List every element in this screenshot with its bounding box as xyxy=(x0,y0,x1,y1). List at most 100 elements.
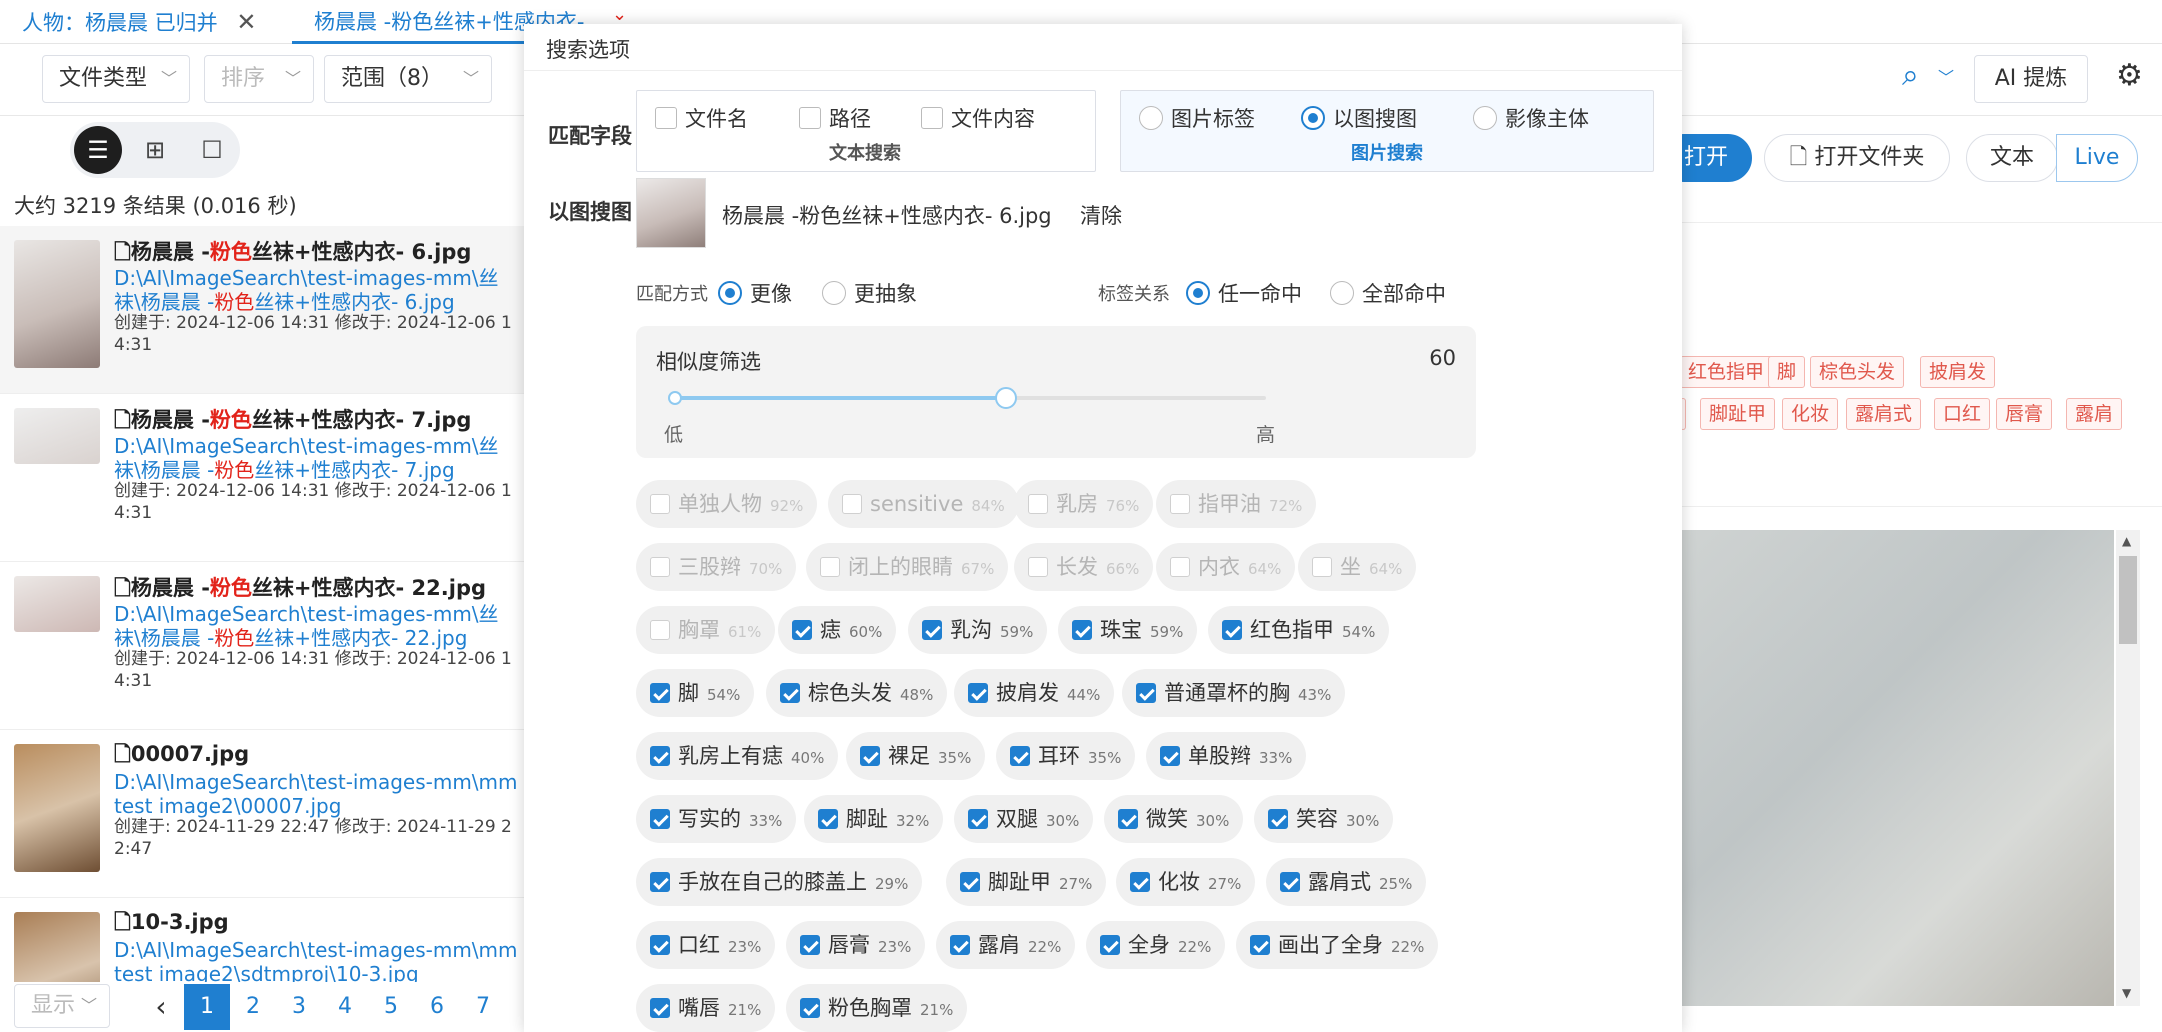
tag-chip[interactable]: 乳房 76% xyxy=(1014,480,1154,528)
live-button[interactable]: Live xyxy=(2056,134,2138,182)
gear-icon[interactable]: ⚙ xyxy=(2116,58,2143,93)
tag-chip[interactable]: 痣 60% xyxy=(778,606,897,654)
checkbox[interactable] xyxy=(1268,809,1288,829)
tag-chip[interactable]: 全身 22% xyxy=(1086,921,1226,969)
list-view-icon[interactable]: ☰ xyxy=(74,126,122,174)
chevron-down-icon[interactable]: ﹀ xyxy=(1938,64,1954,88)
radio[interactable] xyxy=(1301,106,1325,130)
tag-chip[interactable]: 披肩发 44% xyxy=(954,669,1115,717)
tag-chip[interactable]: 乳沟 59% xyxy=(908,606,1048,654)
checkbox[interactable] xyxy=(1250,935,1270,955)
tag-chip[interactable]: 长发 66% xyxy=(1014,543,1154,591)
query-thumbnail[interactable] xyxy=(636,178,706,248)
tag-chip[interactable]: 内衣 64% xyxy=(1156,543,1296,591)
tag-chip[interactable]: 嘴唇 21% xyxy=(636,984,776,1032)
checkbox[interactable] xyxy=(1170,494,1190,514)
result-path[interactable]: D:\AI\ImageSearch\test-images-mm\mm test… xyxy=(114,938,518,982)
tag-chip[interactable]: 露肩式 25% xyxy=(1266,858,1427,906)
similarity-slider[interactable] xyxy=(668,387,1266,409)
checkbox[interactable] xyxy=(842,494,862,514)
tag-chip[interactable]: 化妆 27% xyxy=(1116,858,1256,906)
tag-chip[interactable]: 乳房上有痣 40% xyxy=(636,732,839,780)
checkbox[interactable] xyxy=(650,683,670,703)
preview-scrollbar[interactable]: ▲ ▼ xyxy=(2116,530,2140,1006)
tag-chip[interactable]: 裸足 35% xyxy=(846,732,986,780)
checkbox[interactable] xyxy=(1028,494,1048,514)
tag-chip[interactable]: 单独人物 92% xyxy=(636,480,818,528)
checkbox[interactable] xyxy=(960,872,980,892)
checkbox[interactable] xyxy=(650,872,670,892)
tag-chip[interactable]: 普通罩杯的胸 43% xyxy=(1122,669,1346,717)
checkbox[interactable] xyxy=(1160,746,1180,766)
relation-any[interactable]: 任一命中 xyxy=(1186,278,1302,308)
list-item[interactable]: 🗋10-3.jpg D:\AI\ImageSearch\test-images-… xyxy=(0,898,524,982)
tag-chip[interactable]: 粉色胸罩 21% xyxy=(786,984,968,1032)
image-preview[interactable] xyxy=(1680,530,2114,1006)
checkbox[interactable] xyxy=(1118,809,1138,829)
page-5[interactable]: 5 xyxy=(368,984,414,1030)
option-image-tags[interactable]: 图片标签 xyxy=(1139,103,1255,133)
tag-chip[interactable]: 胸罩 61% xyxy=(636,606,776,654)
checkbox[interactable] xyxy=(655,107,677,129)
thumbnail[interactable] xyxy=(14,408,100,464)
checkbox[interactable] xyxy=(1312,557,1332,577)
checkbox[interactable] xyxy=(792,620,812,640)
checkbox[interactable] xyxy=(1028,557,1048,577)
tag-chip[interactable]: 笑容 30% xyxy=(1254,795,1394,843)
tag-chip[interactable]: 珠宝 59% xyxy=(1058,606,1198,654)
checkbox[interactable] xyxy=(968,809,988,829)
checkbox[interactable] xyxy=(818,809,838,829)
mode-more-abstract[interactable]: 更抽象 xyxy=(822,278,917,308)
mode-more-similar[interactable]: 更像 xyxy=(718,278,792,308)
tag-chip[interactable]: 耳环 35% xyxy=(996,732,1136,780)
page-4[interactable]: 4 xyxy=(322,984,368,1030)
tag-chip[interactable]: 单股辫 33% xyxy=(1146,732,1307,780)
checkbox[interactable] xyxy=(650,620,670,640)
result-path[interactable]: D:\AI\ImageSearch\test-images-mm\丝袜\杨晨晨 … xyxy=(114,434,518,482)
checkbox[interactable] xyxy=(650,746,670,766)
tag-chip[interactable]: 脚趾 32% xyxy=(804,795,944,843)
checkbox[interactable] xyxy=(950,935,970,955)
option-file-content[interactable]: 文件内容 xyxy=(921,103,1035,133)
tag-chip[interactable]: 写实的 33% xyxy=(636,795,797,843)
slider-handle[interactable] xyxy=(994,387,1017,409)
checkbox[interactable] xyxy=(860,746,880,766)
checkbox[interactable] xyxy=(1136,683,1156,703)
page-7[interactable]: 7 xyxy=(460,984,506,1030)
open-folder-button[interactable]: 🗋 打开文件夹 xyxy=(1764,134,1950,182)
result-path[interactable]: D:\AI\ImageSearch\test-images-mm\丝袜\杨晨晨 … xyxy=(114,266,518,314)
list-item[interactable]: 🗋杨晨晨 -粉色丝袜+性感内衣- 6.jpg D:\AI\ImageSearch… xyxy=(0,226,524,394)
tag-chip[interactable]: 微笑 30% xyxy=(1104,795,1244,843)
list-item[interactable]: 🗋杨晨晨 -粉色丝袜+性感内衣- 22.jpg D:\AI\ImageSearc… xyxy=(0,562,524,730)
scroll-up-icon[interactable]: ▲ xyxy=(2122,534,2131,548)
list-item[interactable]: 🗋00007.jpg D:\AI\ImageSearch\test-images… xyxy=(0,730,524,898)
tag-chip[interactable]: 坐 64% xyxy=(1298,543,1417,591)
radio[interactable] xyxy=(1186,281,1210,305)
checkbox[interactable] xyxy=(1072,620,1092,640)
page-size-select[interactable]: 显示 ﹀ xyxy=(14,984,110,1028)
thumbnail[interactable] xyxy=(14,576,100,632)
scrollbar-thumb[interactable] xyxy=(2119,556,2137,644)
page-1[interactable]: 1 xyxy=(184,984,230,1030)
radio[interactable] xyxy=(718,281,742,305)
tag-chip[interactable]: 脚 54% xyxy=(636,669,755,717)
checkbox[interactable] xyxy=(650,998,670,1018)
text-button[interactable]: 文本 xyxy=(1966,134,2058,182)
list-item[interactable]: 🗋杨晨晨 -粉色丝袜+性感内衣- 7.jpg D:\AI\ImageSearch… xyxy=(0,394,524,562)
radio[interactable] xyxy=(1473,106,1497,130)
sort-select[interactable]: 排序 ﹀ xyxy=(204,55,314,103)
thumbnail[interactable] xyxy=(14,240,100,368)
checkbox[interactable] xyxy=(921,107,943,129)
clear-button[interactable]: 清除 xyxy=(1080,200,1122,230)
page-2[interactable]: 2 xyxy=(230,984,276,1030)
tag-chip[interactable]: 闭上的眼睛 67% xyxy=(806,543,1009,591)
tag-chip[interactable]: 口红 23% xyxy=(636,921,776,969)
checkbox[interactable] xyxy=(1170,557,1190,577)
checkbox[interactable] xyxy=(968,683,988,703)
result-path[interactable]: D:\AI\ImageSearch\test-images-mm\mm test… xyxy=(114,770,518,818)
checkbox[interactable] xyxy=(1130,872,1150,892)
option-image-subject[interactable]: 影像主体 xyxy=(1473,103,1589,133)
tag-chip[interactable]: 三股辫 70% xyxy=(636,543,797,591)
checkbox[interactable] xyxy=(1010,746,1030,766)
checkbox[interactable] xyxy=(799,107,821,129)
